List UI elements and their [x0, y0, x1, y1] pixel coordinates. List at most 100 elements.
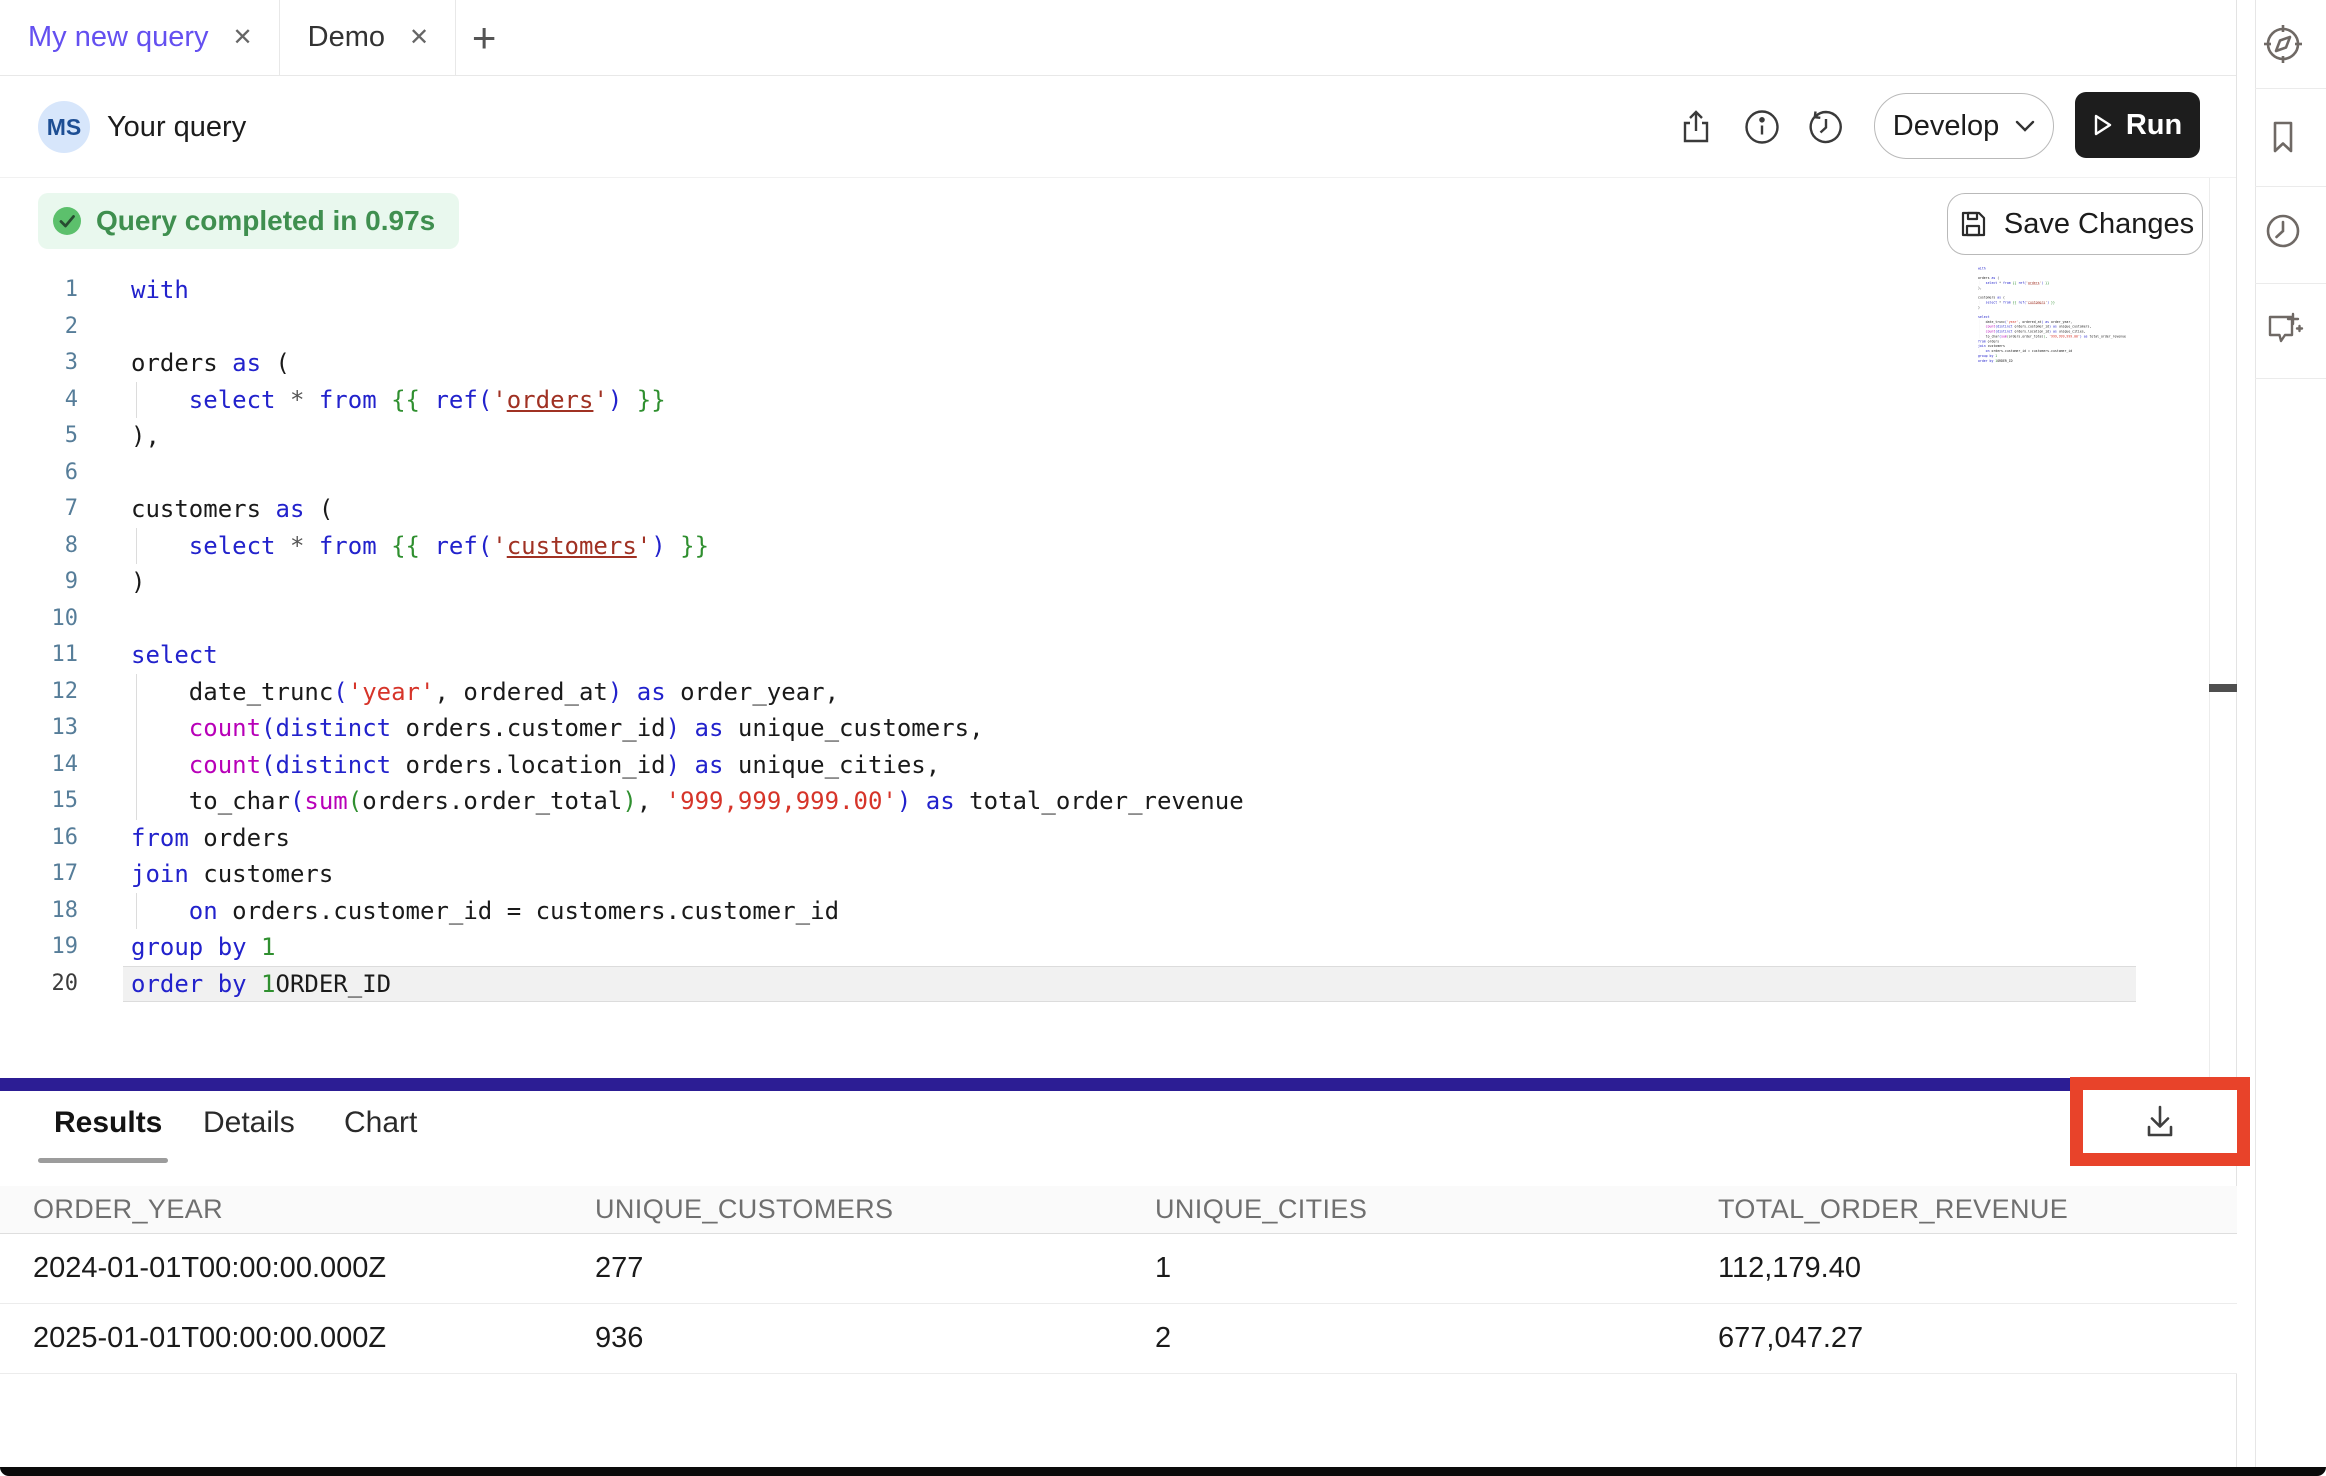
new-tab-button[interactable]: +: [456, 0, 512, 75]
compass-icon[interactable]: [2262, 23, 2304, 65]
code-token: as: [232, 349, 261, 377]
window-bottom-edge: [0, 1467, 2326, 1476]
tab-bar-tabs: My new query✕Demo✕: [0, 0, 456, 75]
run-button[interactable]: Run: [2075, 92, 2200, 158]
code-token: ,: [637, 787, 666, 815]
tab-demo[interactable]: Demo✕: [280, 0, 456, 75]
code-token: order_year,: [2049, 320, 2072, 324]
active-tab-underline: [38, 1158, 168, 1163]
code-token: orders.customer_id = customers.customer_…: [1990, 349, 2073, 353]
code-token: [247, 933, 261, 961]
status-badge: Query completed in 0.97s: [38, 193, 459, 249]
code-token: }}: [2045, 281, 2049, 285]
tab-label: My new query: [28, 21, 209, 54]
scrollbar-handle[interactable]: [2209, 684, 2237, 692]
code-line-4: select * from {{ ref('orders') }}: [123, 382, 2136, 419]
bookmark-icon[interactable]: [2262, 116, 2304, 158]
ref-link[interactable]: customers: [507, 532, 637, 560]
run-button-label: Run: [2126, 109, 2182, 142]
line-number: 4: [0, 382, 78, 419]
close-icon[interactable]: ✕: [409, 26, 429, 50]
line-number: 9: [0, 564, 78, 601]
code-token: [131, 751, 189, 779]
close-icon[interactable]: ✕: [233, 26, 253, 50]
code-token: [131, 386, 189, 414]
code-token: '999,999,999.00': [666, 787, 897, 815]
code-line-8: select * from {{ ref('customers') }}: [123, 528, 2136, 565]
download-results-button[interactable]: [2137, 1099, 2183, 1145]
code-token: [420, 532, 434, 560]
line-number: 13: [0, 710, 78, 747]
panel-resize-divider[interactable]: [0, 1078, 2237, 1091]
table-cell: 2024-01-01T00:00:00.000Z: [33, 1252, 595, 1285]
code-token: ': [637, 532, 651, 560]
line-number: 3: [0, 345, 78, 382]
code-token: (: [478, 386, 492, 414]
code-token: *: [290, 532, 304, 560]
ref-link[interactable]: orders: [507, 386, 594, 414]
code-token: select: [131, 641, 218, 669]
code-token: as: [926, 787, 955, 815]
save-changes-button[interactable]: Save Changes: [1947, 193, 2203, 255]
ref-link[interactable]: customers: [2028, 301, 2045, 305]
code-line-3: orders as (: [123, 345, 2136, 382]
code-token: as: [637, 678, 666, 706]
code-token: from: [1978, 339, 1986, 343]
editor-minimap[interactable]: with orders as ( select * from {{ ref('o…: [1978, 266, 2148, 364]
clock-icon[interactable]: [2262, 210, 2304, 252]
sidebar-divider: [2255, 283, 2326, 284]
info-icon[interactable]: [1742, 107, 1782, 147]
sidebar-divider: [2255, 186, 2326, 187]
code-token: 1: [261, 970, 275, 998]
code-token: orders.location_id: [391, 751, 666, 779]
tab-details[interactable]: Details: [203, 1106, 295, 1140]
code-token: orders: [1986, 339, 1999, 343]
code-line-1: with: [123, 272, 2136, 309]
code-token: [666, 532, 680, 560]
code-token: '999,999,999.00': [2049, 334, 2080, 338]
code-token: count: [1986, 325, 1996, 329]
develop-button[interactable]: Develop: [1874, 93, 2054, 159]
history-icon[interactable]: [1806, 107, 1846, 147]
code-token: [131, 897, 189, 925]
code-token: to_char: [1978, 334, 1999, 338]
ai-chat-icon[interactable]: [2262, 306, 2304, 348]
code-token: customers: [189, 860, 334, 888]
line-number: 18: [0, 893, 78, 930]
code-token: sum: [304, 787, 347, 815]
share-icon[interactable]: [1676, 107, 1716, 147]
code-token: count: [1986, 330, 1996, 334]
code-token: [131, 532, 189, 560]
code-token: select: [1978, 315, 1990, 319]
code-token: [377, 386, 391, 414]
tab-results[interactable]: Results: [54, 1106, 162, 1140]
code-token: [680, 714, 694, 742]
code-token: [304, 532, 318, 560]
code-token: [420, 386, 434, 414]
line-number: 11: [0, 637, 78, 674]
code-token: ref: [434, 386, 477, 414]
code-line-10: [123, 601, 2136, 638]
editor-minimap-content: with orders as ( select * from {{ ref('o…: [1978, 266, 2148, 363]
code-line-19: group by 1: [123, 929, 2136, 966]
code-editor[interactable]: with orders as ( select * from {{ ref('o…: [123, 272, 2136, 1002]
code-token: 1: [261, 933, 275, 961]
tab-chart[interactable]: Chart: [344, 1106, 417, 1140]
code-token: 'year': [348, 678, 435, 706]
table-cell: 112,179.40: [1718, 1252, 2237, 1285]
code-token: ),: [1978, 286, 1982, 290]
code-token: unique_cities,: [723, 751, 940, 779]
code-token: [1978, 325, 1986, 329]
code-token: [622, 386, 636, 414]
code-token: orders: [131, 349, 232, 377]
code-token: ': [492, 386, 506, 414]
code-token: from: [2003, 301, 2011, 305]
code-token: (: [261, 751, 275, 779]
avatar: MS: [38, 101, 90, 153]
code-line-15: to_char(sum(orders.order_total), '999,99…: [123, 783, 2136, 820]
code-token: [377, 532, 391, 560]
code-line-11: select: [123, 637, 2136, 674]
sidebar-divider: [2255, 378, 2326, 379]
tab-my-new-query[interactable]: My new query ✕: [0, 0, 280, 75]
ref-link[interactable]: orders: [2028, 281, 2040, 285]
